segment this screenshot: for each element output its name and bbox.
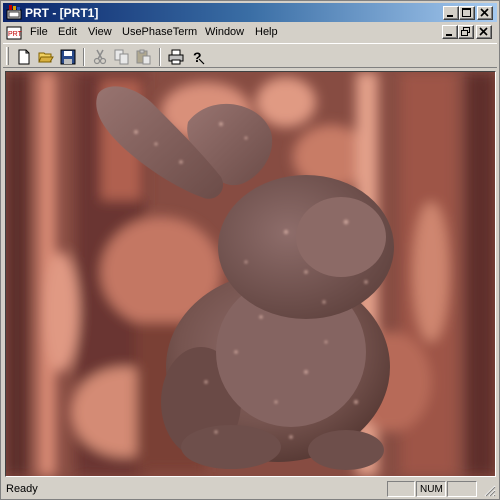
paste-button[interactable]: [133, 47, 155, 67]
toolbar-separator: [83, 48, 85, 66]
save-button[interactable]: [57, 47, 79, 67]
status-bar: Ready NUM: [3, 480, 497, 498]
restore-icon: [461, 27, 470, 36]
render-viewport[interactable]: [5, 71, 496, 477]
toolbar-separator: [159, 48, 161, 66]
open-button[interactable]: [35, 47, 57, 67]
bunny-render[interactable]: [6, 72, 495, 476]
open-folder-icon: [38, 52, 54, 63]
close-button[interactable]: [477, 6, 493, 20]
new-file-icon: [18, 49, 30, 65]
copy-icon: [114, 49, 129, 65]
toolbar: ?: [3, 43, 497, 68]
maximize-icon: [462, 8, 471, 17]
menu-edit[interactable]: Edit: [58, 26, 77, 38]
menu-view[interactable]: View: [88, 26, 112, 38]
child-restore-button[interactable]: [458, 25, 474, 39]
menu-help[interactable]: Help: [255, 26, 278, 38]
paste-icon: [136, 49, 151, 65]
app-icon[interactable]: [6, 4, 22, 20]
cut-button[interactable]: [89, 47, 111, 67]
window-title: PRT - [PRT1]: [25, 6, 99, 20]
app-window: PRT - [PRT1] PRT File Edit View UsePhase…: [0, 0, 500, 500]
print-button[interactable]: [165, 47, 187, 67]
menu-window[interactable]: Window: [205, 26, 244, 38]
resize-grip-icon[interactable]: [484, 485, 496, 497]
save-disk-icon: [60, 49, 76, 65]
status-pane-num: NUM: [416, 481, 446, 497]
help-button[interactable]: ?: [187, 47, 209, 67]
status-text: Ready: [6, 483, 38, 495]
minimize-icon: [447, 15, 453, 17]
cut-scissors-icon: [93, 49, 107, 65]
new-button[interactable]: [13, 47, 35, 67]
toolbar-grip[interactable]: [6, 47, 9, 65]
svg-text:?: ?: [193, 49, 202, 65]
menu-usephaseterm[interactable]: UsePhaseTerm: [122, 26, 197, 38]
title-bar[interactable]: PRT - [PRT1]: [3, 3, 497, 22]
minimize-button[interactable]: [443, 6, 459, 20]
status-pane-caps: [387, 481, 415, 497]
help-question-icon: ?: [193, 49, 205, 65]
document-icon[interactable]: PRT: [6, 25, 22, 41]
close-icon: [480, 8, 489, 17]
svg-text:PRT: PRT: [8, 31, 22, 38]
print-icon: [168, 49, 184, 65]
status-pane-scroll: [447, 481, 477, 497]
child-minimize-button[interactable]: [442, 25, 458, 39]
minimize-icon: [446, 34, 452, 36]
close-icon: [479, 27, 488, 36]
menu-bar: PRT File Edit View UsePhaseTerm Window H…: [3, 23, 497, 42]
child-close-button[interactable]: [476, 25, 492, 39]
copy-button[interactable]: [111, 47, 133, 67]
menu-file[interactable]: File: [30, 26, 48, 38]
maximize-button[interactable]: [459, 6, 475, 20]
